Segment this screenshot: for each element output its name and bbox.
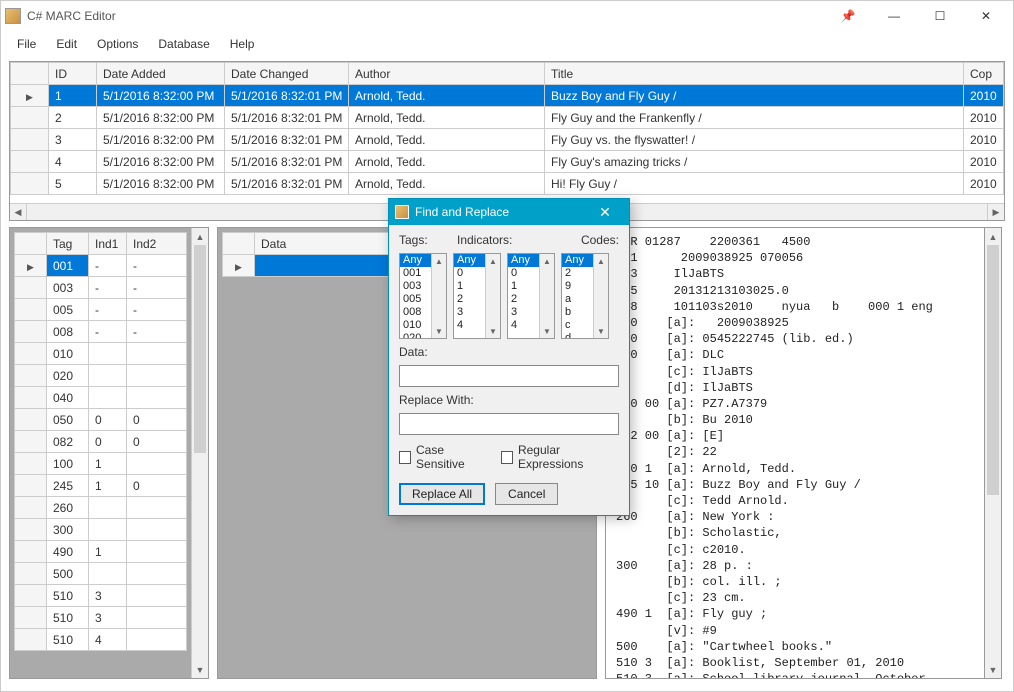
dialog-titlebar[interactable]: Find and Replace ✕ — [389, 199, 629, 225]
col-author[interactable]: Author — [349, 63, 545, 85]
table-row[interactable]: 500 — [15, 563, 187, 585]
list-item[interactable]: Any — [562, 254, 593, 267]
menu-options[interactable]: Options — [87, 33, 148, 55]
list-item[interactable]: 2 — [508, 293, 539, 306]
close-button[interactable]: ✕ — [963, 2, 1009, 30]
app-icon — [5, 8, 21, 24]
list-item[interactable]: 001 — [400, 267, 431, 280]
ind1-listbox[interactable]: Any01234▲▼ — [453, 253, 501, 339]
list-item[interactable]: b — [562, 306, 593, 319]
col-title[interactable]: Title — [545, 63, 964, 85]
records-grid[interactable]: ID Date Added Date Changed Author Title … — [9, 61, 1005, 221]
table-row[interactable]: 005-- — [15, 299, 187, 321]
dialog-icon — [395, 205, 409, 219]
table-row[interactable]: 15/1/2016 8:32:00 PM5/1/2016 8:32:01 PMA… — [11, 85, 1004, 107]
replace-all-button[interactable]: Replace All — [399, 483, 485, 505]
replace-input[interactable] — [399, 413, 619, 435]
col-id[interactable]: ID — [49, 63, 97, 85]
tags-vscroll[interactable]: ▲▼ — [191, 228, 208, 678]
dialog-title: Find and Replace — [415, 205, 587, 219]
data-input[interactable] — [399, 365, 619, 387]
label-codes: Codes: — [565, 233, 619, 247]
table-row[interactable]: 260 — [15, 497, 187, 519]
list-item[interactable]: 0 — [454, 267, 485, 280]
list-item[interactable]: Any — [400, 254, 431, 267]
case-sensitive-check[interactable]: Case Sensitive — [399, 443, 489, 471]
label-data: Data: — [399, 345, 619, 359]
table-row[interactable]: 1001 — [15, 453, 187, 475]
menu-help[interactable]: Help — [220, 33, 265, 55]
table-row[interactable]: 05000 — [15, 409, 187, 431]
list-item[interactable]: 3 — [508, 306, 539, 319]
col-tag[interactable]: Tag — [47, 233, 89, 255]
table-row[interactable]: 5103 — [15, 585, 187, 607]
table-row[interactable]: 24510 — [15, 475, 187, 497]
maximize-button[interactable]: ☐ — [917, 2, 963, 30]
table-row[interactable]: 040 — [15, 387, 187, 409]
list-item[interactable]: 4 — [454, 319, 485, 332]
list-item[interactable]: c — [562, 319, 593, 332]
list-item[interactable]: Any — [454, 254, 485, 267]
checkbox-icon — [399, 451, 411, 464]
table-row[interactable]: 5104 — [15, 629, 187, 651]
label-indicators: Indicators: — [457, 233, 565, 247]
table-row[interactable]: 08200 — [15, 431, 187, 453]
col-ind2[interactable]: Ind2 — [127, 233, 187, 255]
menubar: File Edit Options Database Help — [1, 31, 1013, 57]
ind2-listbox[interactable]: Any01234▲▼ — [507, 253, 555, 339]
table-row[interactable]: 4901 — [15, 541, 187, 563]
table-row[interactable]: 300 — [15, 519, 187, 541]
table-row[interactable]: 010 — [15, 343, 187, 365]
list-item[interactable]: 005 — [400, 293, 431, 306]
list-item[interactable]: 4 — [508, 319, 539, 332]
table-row[interactable]: 5103 — [15, 607, 187, 629]
regex-check[interactable]: Regular Expressions — [501, 443, 619, 471]
list-item[interactable]: 9 — [562, 280, 593, 293]
cancel-button[interactable]: Cancel — [495, 483, 558, 505]
list-item[interactable]: 1 — [454, 280, 485, 293]
minimize-button[interactable]: — — [871, 2, 917, 30]
col-ind1[interactable]: Ind1 — [89, 233, 127, 255]
codes-listbox[interactable]: Any29abcd▲▼ — [561, 253, 609, 339]
table-row[interactable]: 55/1/2016 8:32:00 PM5/1/2016 8:32:01 PMA… — [11, 173, 1004, 195]
dialog-close-button[interactable]: ✕ — [587, 204, 623, 221]
list-item[interactable]: a — [562, 293, 593, 306]
window-title: C# MARC Editor — [27, 9, 825, 23]
menu-file[interactable]: File — [7, 33, 46, 55]
marc-view: LDR 01287 2200361 4500 001 2009038925 07… — [605, 227, 985, 679]
list-item[interactable]: 0 — [508, 267, 539, 280]
list-item[interactable]: 3 — [454, 306, 485, 319]
titlebar[interactable]: C# MARC Editor 📌 — ☐ ✕ — [1, 1, 1013, 31]
tags-listbox[interactable]: Any001003005008010020▲▼ — [399, 253, 447, 339]
pin-button[interactable]: 📌 — [825, 2, 871, 30]
menu-database[interactable]: Database — [148, 33, 219, 55]
label-tags: Tags: — [399, 233, 457, 247]
list-item[interactable]: 020 — [400, 332, 431, 339]
col-added[interactable]: Date Added — [97, 63, 225, 85]
list-item[interactable]: 008 — [400, 306, 431, 319]
list-item[interactable]: d — [562, 332, 593, 339]
col-cop[interactable]: Cop — [964, 63, 1004, 85]
list-item[interactable]: 010 — [400, 319, 431, 332]
menu-edit[interactable]: Edit — [46, 33, 87, 55]
table-row[interactable]: 45/1/2016 8:32:00 PM5/1/2016 8:32:01 PMA… — [11, 151, 1004, 173]
table-row[interactable]: 35/1/2016 8:32:00 PM5/1/2016 8:32:01 PMA… — [11, 129, 1004, 151]
table-row[interactable]: 25/1/2016 8:32:00 PM5/1/2016 8:32:01 PMA… — [11, 107, 1004, 129]
list-item[interactable]: 2 — [454, 293, 485, 306]
find-replace-dialog: Find and Replace ✕ Tags: Indicators: Cod… — [388, 198, 630, 516]
marc-vscroll[interactable]: ▲▼ — [985, 227, 1002, 679]
list-item[interactable]: 1 — [508, 280, 539, 293]
checkbox-icon — [501, 451, 513, 464]
list-item[interactable]: 003 — [400, 280, 431, 293]
col-changed[interactable]: Date Changed — [225, 63, 349, 85]
table-row[interactable]: 008-- — [15, 321, 187, 343]
list-item[interactable]: Any — [508, 254, 539, 267]
table-row[interactable]: 003-- — [15, 277, 187, 299]
table-row[interactable]: 020 — [15, 365, 187, 387]
tags-grid[interactable]: Tag Ind1 Ind2 001--003--005--008--010020… — [9, 227, 209, 679]
list-item[interactable]: 2 — [562, 267, 593, 280]
table-row[interactable]: 001-- — [15, 255, 187, 277]
label-replace: Replace With: — [399, 393, 619, 407]
